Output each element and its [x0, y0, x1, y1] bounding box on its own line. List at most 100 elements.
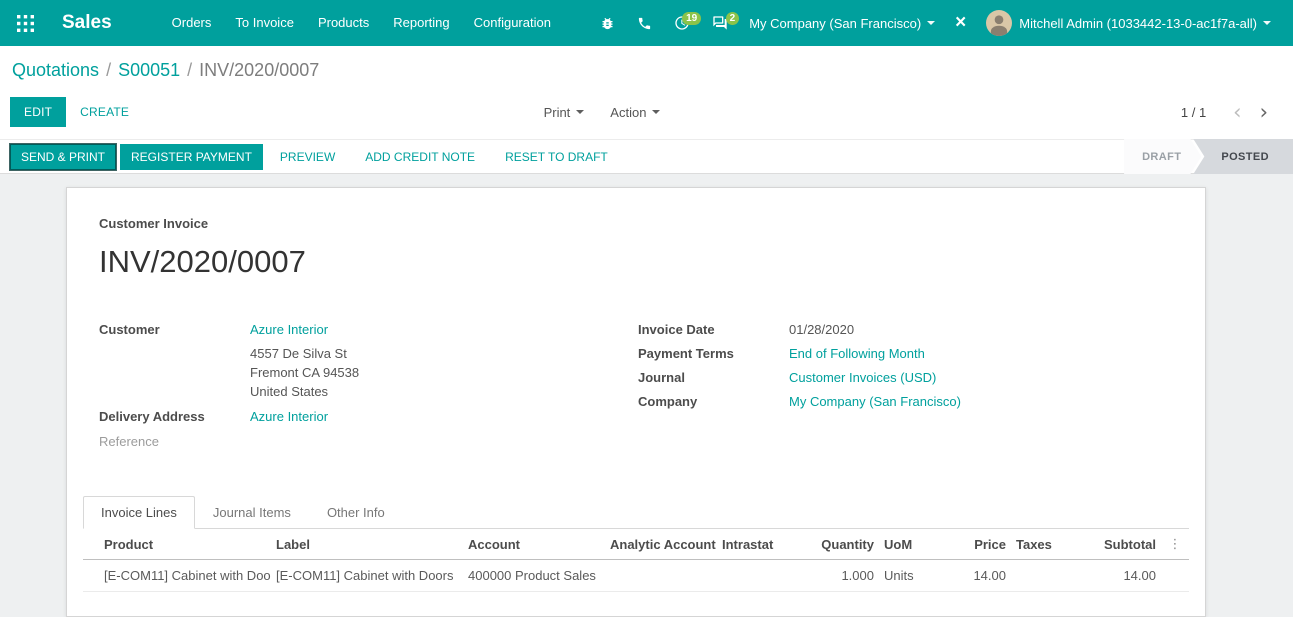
reference-label: Reference	[99, 432, 250, 451]
nav-item-products[interactable]: Products	[306, 0, 381, 46]
journal-label: Journal	[638, 368, 789, 387]
invoice-info: Customer Azure Interior 4557 De Silva St…	[99, 320, 1173, 456]
user-name: Mitchell Admin (1033442-13-0-ac1f7a-all)	[1019, 16, 1257, 31]
control-row: EDIT CREATE Print Action 1 / 1 ‹ ›	[10, 97, 1277, 127]
form-view: Customer Invoice INV/2020/0007 Customer …	[0, 174, 1293, 617]
delivery-address-link[interactable]: Azure Interior	[250, 409, 328, 424]
control-panel: Quotations / S00051 / INV/2020/0007 EDIT CRE…	[0, 46, 1293, 139]
cell-taxes[interactable]	[1011, 560, 1067, 592]
table-row[interactable]: [E-COM11] Cabinet with Doors [E-COM11] C…	[83, 560, 1189, 592]
customer-address-line: Fremont CA 94538	[250, 363, 638, 382]
register-payment-button[interactable]: REGISTER PAYMENT	[120, 144, 263, 170]
preview-button[interactable]: PREVIEW	[267, 144, 348, 170]
customer-label: Customer	[99, 320, 250, 339]
invoice-date-label: Invoice Date	[638, 320, 789, 339]
app-name[interactable]: Sales	[62, 12, 112, 34]
pager-count: 1 / 1	[1181, 105, 1206, 120]
company-switcher-label: My Company (San Francisco)	[749, 16, 921, 31]
col-quantity[interactable]: Quantity	[787, 529, 879, 560]
table-header-row: Product Label Account Analytic Account I…	[83, 529, 1189, 560]
customer-link[interactable]: Azure Interior	[250, 322, 328, 337]
cell-analytic-account[interactable]	[605, 560, 717, 592]
company-label: Company	[638, 392, 789, 411]
invoice-lines-table: Product Label Account Analytic Account I…	[83, 529, 1189, 592]
journal-link[interactable]: Customer Invoices (USD)	[789, 370, 936, 385]
tab-journal-items[interactable]: Journal Items	[195, 496, 309, 529]
edit-button[interactable]: EDIT	[10, 97, 66, 127]
print-dropdown[interactable]: Print	[544, 105, 585, 120]
chevron-down-icon	[652, 110, 660, 114]
cell-subtotal[interactable]: 14.00	[1067, 560, 1161, 592]
cell-price[interactable]: 14.00	[941, 560, 1011, 592]
create-button[interactable]: CREATE	[66, 97, 143, 127]
breadcrumb-s00051[interactable]: S00051	[118, 60, 180, 80]
close-debug-icon[interactable]: ×	[947, 0, 974, 46]
col-analytic-account[interactable]: Analytic Account	[605, 529, 717, 560]
action-dropdown[interactable]: Action	[610, 105, 660, 120]
phone-icon[interactable]	[628, 11, 661, 36]
col-uom[interactable]: UoM	[879, 529, 941, 560]
payment-terms-label: Payment Terms	[638, 344, 789, 363]
tab-invoice-lines[interactable]: Invoice Lines	[83, 496, 195, 529]
cell-uom[interactable]: Units	[879, 560, 941, 592]
breadcrumb-separator: /	[187, 60, 192, 80]
tab-other-info[interactable]: Other Info	[309, 496, 403, 529]
top-navbar: Sales Orders To Invoice Products Reporti…	[0, 0, 1293, 46]
breadcrumb-quotations[interactable]: Quotations	[12, 60, 99, 80]
pager-next-icon[interactable]: ›	[1251, 102, 1277, 123]
send-print-button[interactable]: SEND & PRINT	[10, 144, 116, 170]
print-dropdown-label: Print	[544, 105, 571, 120]
debug-bug-icon[interactable]	[591, 11, 624, 36]
cell-label[interactable]: [E-COM11] Cabinet with Doors	[271, 560, 463, 592]
nav-item-reporting[interactable]: Reporting	[381, 0, 461, 46]
action-dropdown-label: Action	[610, 105, 646, 120]
notebook-tabs: Invoice Lines Journal Items Other Info	[83, 496, 1189, 529]
cell-account[interactable]: 400000 Product Sales	[463, 560, 605, 592]
pager-prev-icon[interactable]: ‹	[1224, 102, 1250, 123]
cell-product[interactable]: [E-COM11] Cabinet with Doors	[83, 560, 271, 592]
activities-badge: 19	[682, 12, 701, 25]
col-intrastat[interactable]: Intrastat	[717, 529, 787, 560]
customer-address-line: United States	[250, 382, 638, 401]
col-account[interactable]: Account	[463, 529, 605, 560]
cell-intrastat[interactable]	[717, 560, 787, 592]
invoice-info-left: Customer Azure Interior 4557 De Silva St…	[99, 320, 638, 456]
col-taxes[interactable]: Taxes	[1011, 529, 1067, 560]
add-credit-note-button[interactable]: ADD CREDIT NOTE	[352, 144, 488, 170]
nav-item-configuration[interactable]: Configuration	[462, 0, 563, 46]
document-type-label: Customer Invoice	[99, 216, 1173, 231]
column-options-icon[interactable]: ⋮	[1161, 529, 1189, 560]
col-label[interactable]: Label	[271, 529, 463, 560]
breadcrumb-separator: /	[106, 60, 111, 80]
nav-item-orders[interactable]: Orders	[160, 0, 224, 46]
payment-terms-link[interactable]: End of Following Month	[789, 346, 925, 361]
apps-menu-icon[interactable]	[10, 0, 40, 46]
pager: 1 / 1 ‹ ›	[1181, 102, 1277, 123]
col-product[interactable]: Product	[83, 529, 271, 560]
state-posted[interactable]: POSTED	[1193, 139, 1293, 174]
delivery-address-label: Delivery Address	[99, 407, 250, 426]
avatar	[986, 10, 1012, 36]
messages-chat-icon[interactable]: 2	[703, 10, 737, 36]
user-menu[interactable]: Mitchell Admin (1033442-13-0-ac1f7a-all)	[978, 0, 1279, 46]
chevron-down-icon	[927, 21, 935, 25]
col-price[interactable]: Price	[941, 529, 1011, 560]
state-draft[interactable]: DRAFT	[1124, 139, 1201, 174]
cell-quantity[interactable]: 1.000	[787, 560, 879, 592]
breadcrumb-current: INV/2020/0007	[199, 60, 319, 80]
invoice-date-value[interactable]: 01/28/2020	[789, 320, 854, 339]
company-switcher[interactable]: My Company (San Francisco)	[741, 0, 943, 46]
chevron-down-icon	[576, 110, 584, 114]
invoice-sheet: Customer Invoice INV/2020/0007 Customer …	[66, 187, 1206, 617]
control-left: EDIT CREATE	[10, 97, 143, 127]
control-center: Print Action	[544, 105, 661, 120]
col-subtotal[interactable]: Subtotal	[1067, 529, 1161, 560]
company-link[interactable]: My Company (San Francisco)	[789, 394, 961, 409]
activities-clock-icon[interactable]: 19	[665, 10, 699, 36]
invoice-number-title: INV/2020/0007	[99, 244, 1173, 280]
reset-to-draft-button[interactable]: RESET TO DRAFT	[492, 144, 621, 170]
chevron-down-icon	[1263, 21, 1271, 25]
invoice-info-right: Invoice Date 01/28/2020 Payment Terms En…	[638, 320, 1173, 456]
nav-item-to-invoice[interactable]: To Invoice	[223, 0, 306, 46]
main-menu: Orders To Invoice Products Reporting Con…	[160, 0, 563, 46]
